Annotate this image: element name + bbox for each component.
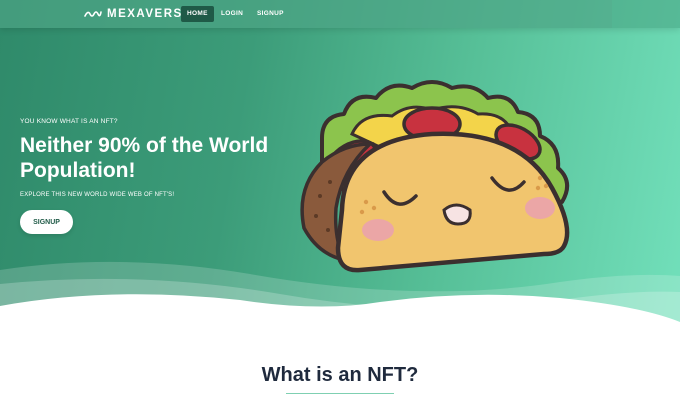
taco-meat-dot [318,194,322,198]
taco-mouth [442,203,472,226]
nav-signup[interactable]: SIGNUP [251,6,290,22]
taco-cheek [525,197,555,219]
taco-freckle [543,183,549,189]
taco-meat-dot [328,180,332,184]
hero-section: MEXAVERSE HOME LOGIN SIGNUP YOU KNOW WHA… [0,0,680,340]
signup-button[interactable]: SIGNUP [20,210,73,234]
hero-headline: Neither 90% of the World Population! [20,134,269,182]
title-underline [286,393,394,394]
taco-cheek [362,219,394,241]
hero-eyebrow: YOU KNOW WHAT IS AN NFT? [20,118,118,125]
taco-freckle [537,175,543,181]
taco-freckle [363,199,369,205]
taco-freckle [535,185,541,191]
taco-freckle [359,209,365,215]
taco-meat-dot [326,228,330,232]
infinity-chain-icon [84,11,102,17]
hero-waves [0,261,680,340]
nav-home[interactable]: HOME [181,6,214,22]
taco-freckle [371,205,377,211]
hero-subline: EXPLORE THIS NEW WORLD WIDE WEB OF NFT'S… [20,192,175,198]
brand-logo[interactable]: MEXAVERSE [84,6,192,22]
brand-name: MEXAVERSE [107,8,192,20]
nav-login[interactable]: LOGIN [215,6,249,22]
taco-meat-dot [314,214,318,218]
top-navbar: MEXAVERSE HOME LOGIN SIGNUP [0,0,680,28]
section-title: What is an NFT? [261,364,419,386]
